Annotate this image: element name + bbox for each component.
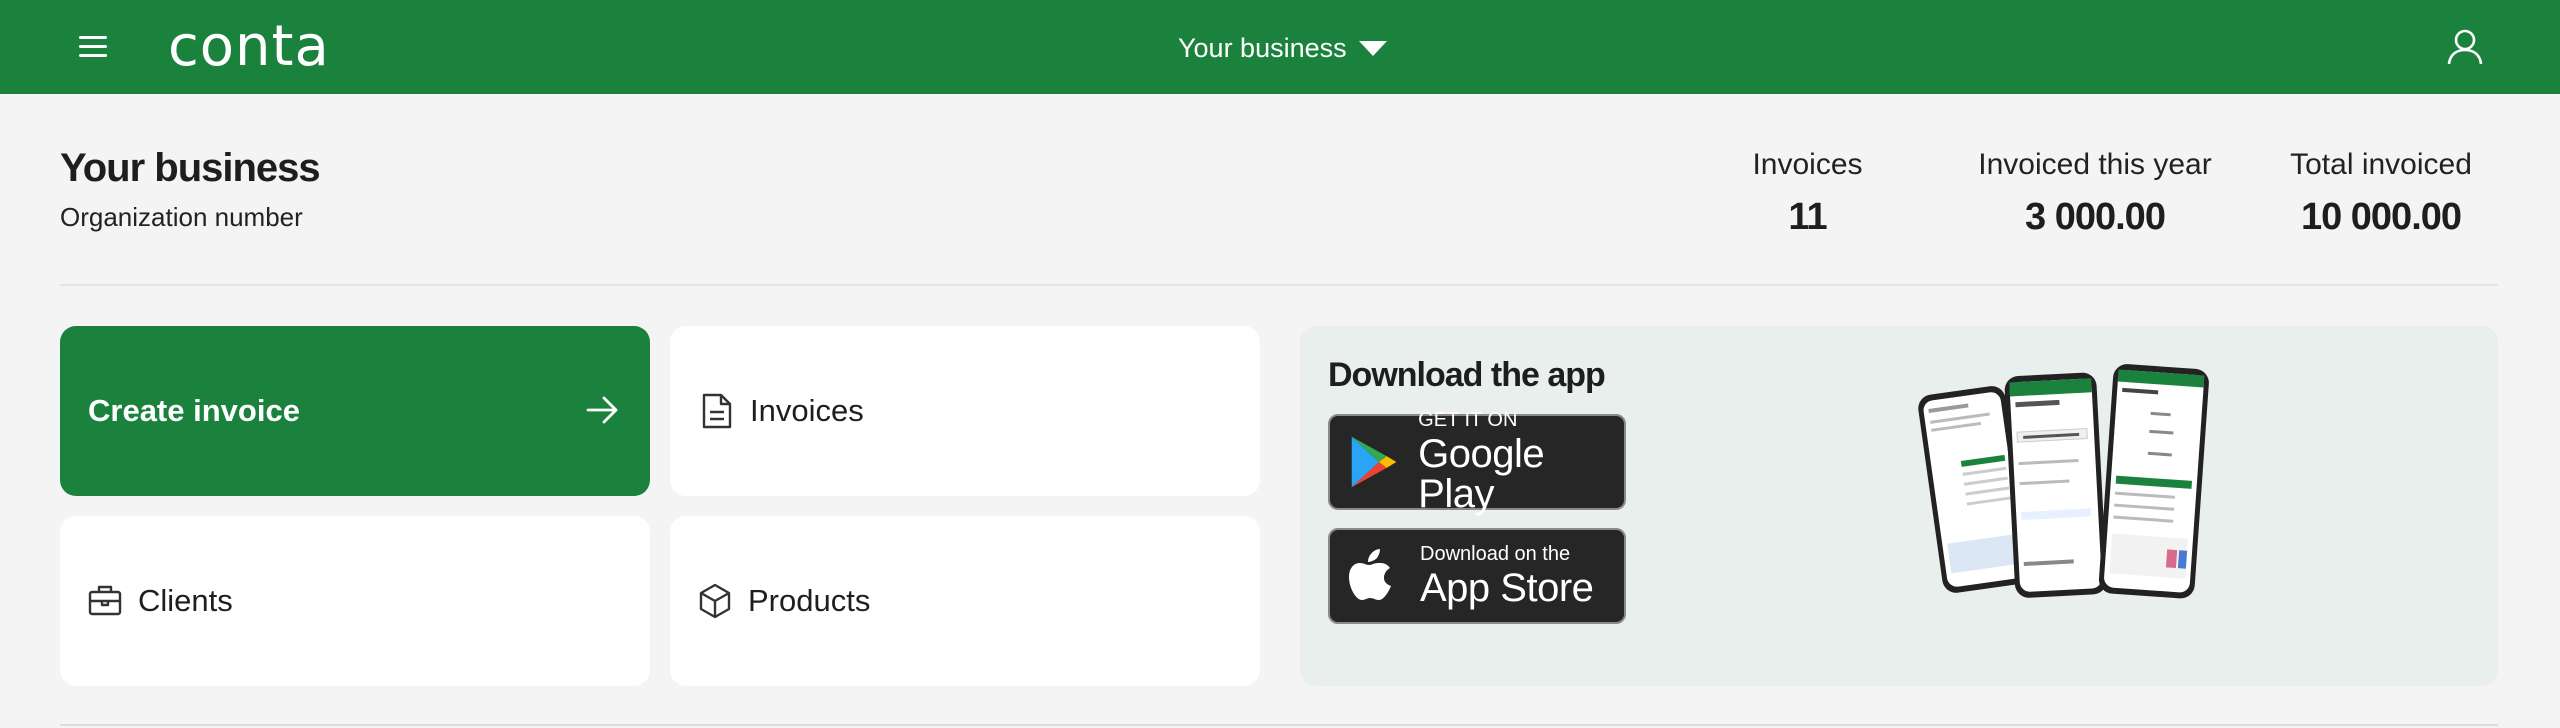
products-card[interactable]: Products — [670, 516, 1260, 686]
user-account-button[interactable] — [2446, 28, 2484, 66]
app-store-button[interactable]: Download on the App Store — [1328, 528, 1626, 624]
download-title: Download the app — [1328, 356, 1606, 394]
business-switcher-label: Your business — [1178, 32, 1347, 63]
box-icon — [699, 583, 731, 619]
clients-label: Clients — [138, 583, 233, 618]
menu-button[interactable] — [76, 32, 112, 62]
bottom-divider — [60, 724, 2498, 726]
conta-logo[interactable]: conta — [168, 12, 330, 82]
clients-card[interactable]: Clients — [60, 516, 650, 686]
stat-label: Invoiced this year — [1978, 148, 2212, 181]
apple-icon — [1349, 549, 1391, 600]
stat-value: 10 000.00 — [2300, 196, 2462, 238]
arrow-right-icon — [586, 396, 618, 424]
invoices-label: Invoices — [750, 393, 864, 428]
stat-invoiced-this-year: Invoiced this year 3 000.00 — [1970, 148, 2220, 239]
invoices-card[interactable]: Invoices — [670, 326, 1260, 496]
briefcase-icon — [88, 585, 122, 616]
business-name: Your business — [60, 146, 321, 190]
app-store-small-text: Download on the — [1420, 543, 1571, 565]
google-play-button[interactable]: GET IT ON Google Play — [1328, 410, 1626, 514]
stat-total-invoiced: Total invoiced 10 000.00 — [2276, 148, 2486, 239]
user-icon — [2447, 29, 2483, 65]
menu-icon-line — [79, 45, 107, 48]
stat-label: Invoices — [1752, 148, 1863, 181]
section-divider — [60, 284, 2498, 286]
business-switcher[interactable]: Your business — [1178, 28, 1387, 68]
products-label: Products — [748, 583, 871, 618]
document-icon — [702, 393, 732, 429]
stat-invoices: Invoices 11 — [1730, 148, 1885, 239]
stat-value: 11 — [1788, 196, 1827, 238]
menu-icon-line — [79, 54, 107, 57]
google-play-big-text: Google Play — [1418, 432, 1545, 516]
caret-down-icon — [1358, 40, 1387, 56]
create-invoice-button[interactable]: Create invoice — [60, 326, 650, 496]
stat-label: Total invoiced — [2290, 148, 2472, 181]
download-app-panel: Download the app GET IT ON Google Play D… — [1300, 326, 2498, 686]
app-store-big-text: App Store — [1420, 566, 1594, 610]
phone-mockups-image — [1918, 364, 2209, 599]
google-play-small-text: GET IT ON — [1418, 409, 1518, 431]
create-invoice-label: Create invoice — [88, 393, 300, 428]
organization-number-label: Organization number — [60, 202, 303, 232]
stat-value: 3 000.00 — [2025, 196, 2166, 238]
top-bar: conta Your business — [0, 0, 2560, 94]
menu-icon — [79, 36, 107, 39]
logo-text: conta — [168, 14, 330, 79]
google-play-icon — [1351, 436, 1397, 488]
